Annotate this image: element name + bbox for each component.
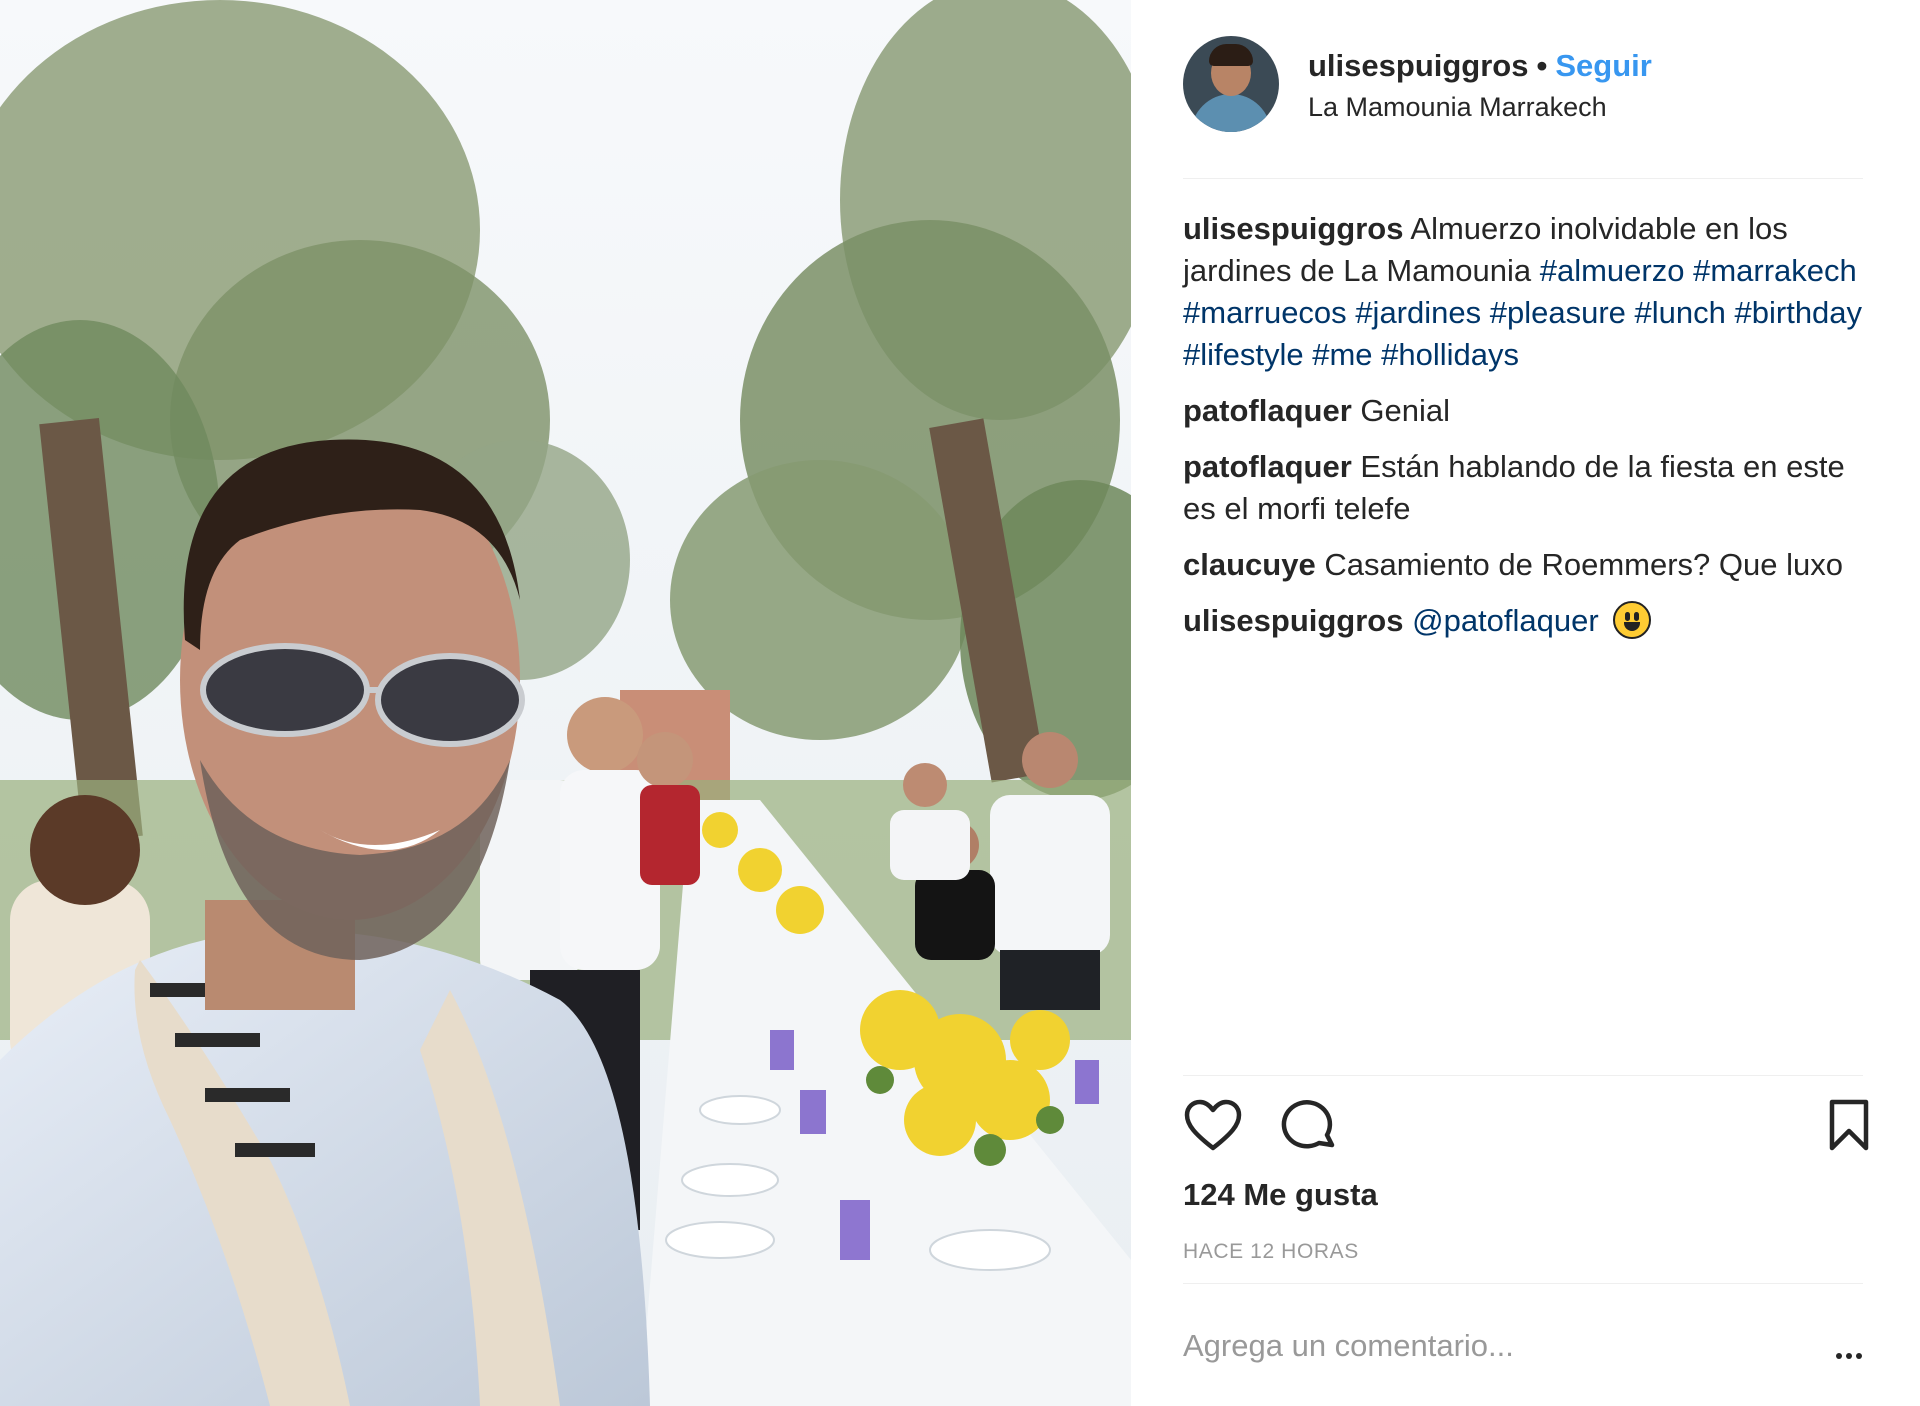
post-header: ulisespuiggros • Seguir La Mamounia Marrak… [1183,36,1863,136]
comment-username[interactable]: ulisespuiggros [1183,603,1403,638]
hashtag-link[interactable]: #pleasure [1490,295,1626,330]
add-comment-input[interactable] [1183,1328,1763,1364]
comment-item: patoflaquer Están hablando de la fiesta … [1183,446,1873,530]
comment-item: patoflaquer Genial [1183,390,1873,432]
comment-username[interactable]: patoflaquer [1183,393,1352,428]
grinning-face-emoji-icon [1613,601,1652,639]
post-timestamp: HACE 12 HORAS [1183,1240,1359,1263]
follow-button[interactable]: Seguir [1555,48,1651,83]
post-photo[interactable] [0,0,1131,1406]
separator-dot: • [1536,48,1548,83]
actions-divider [1183,1075,1863,1076]
hashtag-link[interactable]: #marrakech [1693,253,1857,288]
mention-link[interactable]: @patoflaquer [1412,603,1599,638]
avatar-hair [1209,44,1253,66]
action-bar [1183,1098,1873,1158]
post-side-panel: ulisespuiggros • Seguir La Mamounia Marrak… [1131,0,1920,1406]
location-link[interactable]: La Mamounia Marrakech [1308,92,1607,123]
header-divider [1183,178,1863,179]
comment-username[interactable]: claucuye [1183,547,1316,582]
hashtag-link[interactable]: #lunch [1635,295,1726,330]
comment-text: Genial [1360,393,1451,428]
hashtag-link[interactable]: #birthday [1735,295,1863,330]
avatar-body [1191,94,1271,132]
hashtag-link[interactable]: #marruecos [1183,295,1347,330]
bookmark-icon[interactable] [1826,1098,1872,1154]
more-options-icon[interactable] [1836,1346,1866,1364]
heart-icon[interactable] [1183,1098,1243,1154]
likes-count[interactable]: 124 Me gusta [1183,1177,1378,1213]
comment-username[interactable]: patoflaquer [1183,449,1352,484]
hashtag-link[interactable]: #lifestyle [1183,337,1304,372]
hashtag-link[interactable]: #almuerzo [1540,253,1685,288]
hashtag-link[interactable]: #hollidays [1381,337,1519,372]
selfie-lunch-photo [0,0,1131,1406]
comment-divider [1183,1283,1863,1284]
hashtag-link[interactable]: #me [1312,337,1372,372]
header-line: ulisespuiggros • Seguir [1308,48,1652,84]
hashtag-link[interactable]: #jardines [1355,295,1481,330]
avatar[interactable] [1183,36,1279,132]
instagram-post: ulisespuiggros • Seguir La Mamounia Marrak… [0,0,1920,1406]
comment-text: Casamiento de Roemmers? Que luxo [1324,547,1843,582]
comment-caption: ulisespuiggros Almuerzo inolvidable en l… [1183,208,1873,376]
comment-item: claucuye Casamiento de Roemmers? Que lux… [1183,544,1873,586]
comment-username[interactable]: ulisespuiggros [1183,211,1403,246]
author-username[interactable]: ulisespuiggros [1308,48,1528,83]
comment-item: ulisespuiggros @patoflaquer [1183,600,1873,642]
comments-list: ulisespuiggros Almuerzo inolvidable en l… [1183,208,1873,656]
comment-bubble-icon[interactable] [1280,1098,1340,1154]
